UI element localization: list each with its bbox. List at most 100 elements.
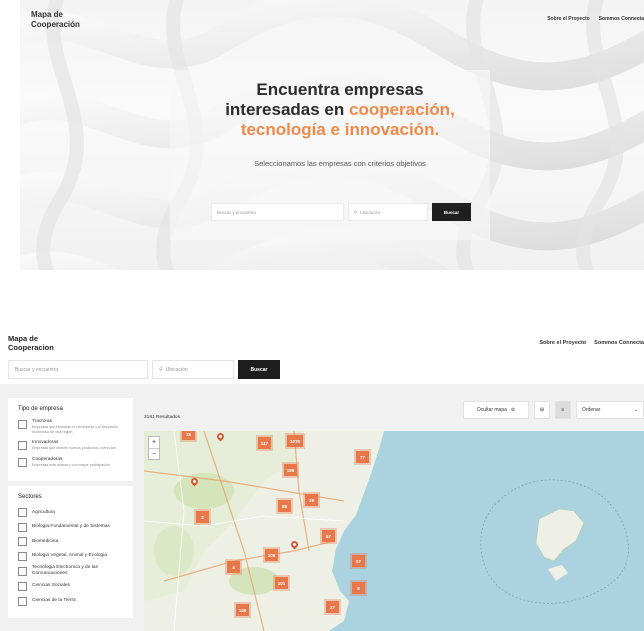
- map-base: [144, 431, 629, 631]
- sector-label: Ciencias de la Tierra: [32, 597, 76, 603]
- hero-search-bar: Buscar y encuentra ⚲ Ubicación Buscar: [211, 203, 471, 221]
- results-map[interactable]: + − 15 117 1076 77 199 88 19 2 67 109 4 97 101 8 149 27: [144, 431, 644, 631]
- checkbox[interactable]: [18, 420, 27, 429]
- checkbox[interactable]: [18, 508, 27, 518]
- filter-label: Innovadoras: [32, 440, 59, 446]
- filter-cooperadoras[interactable]: Cooperadoras Empresas más activas y con m…: [18, 457, 123, 468]
- map-cluster-marker[interactable]: 4: [227, 561, 240, 573]
- map-cluster-marker[interactable]: 67: [322, 530, 335, 542]
- hero-title-accent-1: cooperación,: [348, 100, 455, 119]
- checkbox[interactable]: [18, 551, 27, 561]
- app-location-placeholder: Ubicación: [165, 367, 188, 373]
- filter-tractoras[interactable]: Tractoras Empresas que fomentan el crecim…: [18, 419, 123, 434]
- sector-label: Biomedicina: [32, 538, 59, 544]
- location-pin-icon: ⚲: [159, 367, 163, 373]
- map-cluster-marker[interactable]: 77: [356, 451, 369, 463]
- nav-link-about[interactable]: Sobre el Proyecto: [539, 340, 586, 346]
- hide-map-label: Ocultar mapa: [476, 407, 507, 413]
- sector-agricultura[interactable]: Agricultura: [18, 507, 123, 518]
- hide-map-button[interactable]: Ocultar mapa ⊘: [463, 401, 529, 419]
- app-search-bar: Buscar y encuentra ⚲ Ubicación Buscar: [8, 360, 280, 379]
- company-type-filter: Tipo de empresa Tractoras Empresas que fo…: [8, 398, 133, 482]
- hero-search-input[interactable]: Buscar y encuentra: [211, 203, 344, 221]
- hero-logo[interactable]: Mapa de Cooperación: [31, 10, 91, 29]
- hero-title: Encuentra empresas interesadas en cooper…: [150, 80, 530, 140]
- hero-nav: Sobre el Proyecto Sommos Connecta: [547, 16, 644, 22]
- app-nav: Sobre el Proyecto Sommos Connecta: [539, 340, 644, 346]
- grid-icon: ⊞: [539, 407, 545, 413]
- hero-location-input[interactable]: ⚲ Ubicación: [348, 203, 428, 221]
- filter-label: Tractoras: [32, 419, 53, 424]
- order-label: Ordenar: [582, 407, 601, 413]
- sector-ciencias-sociales[interactable]: Ciencias Sociales: [18, 581, 123, 592]
- map-cluster-marker[interactable]: 109: [265, 549, 278, 561]
- list-view-button[interactable]: ≡: [555, 401, 571, 419]
- filter-innovadoras[interactable]: Innovadoras Empresas que ofrecen nuevos p…: [18, 440, 123, 451]
- checkbox[interactable]: [18, 596, 27, 606]
- sector-ciencias-tierra[interactable]: Ciencias de la Tierra: [18, 596, 123, 606]
- filters-sidebar: Tipo de empresa Tractoras Empresas que fo…: [8, 398, 133, 619]
- sector-biologia-vegetal[interactable]: Biologia Vegetal, Animal y Ecologia: [18, 551, 123, 561]
- sector-label: Ciencias Sociales: [32, 583, 70, 589]
- checkbox[interactable]: [18, 582, 27, 592]
- sector-biologia-fundamental[interactable]: Biologia Fundamental y de Sistemas: [18, 522, 123, 532]
- checkbox[interactable]: [18, 566, 27, 576]
- map-cluster-marker[interactable]: 88: [278, 500, 291, 512]
- map-cluster-marker[interactable]: 117: [258, 437, 271, 449]
- hero-location-placeholder: Ubicación: [360, 210, 381, 215]
- map-cluster-marker[interactable]: 19: [305, 494, 318, 506]
- checkbox[interactable]: [18, 457, 27, 467]
- nav-link-sommos-connecta[interactable]: Sommos Connecta: [594, 340, 644, 346]
- app-search-button[interactable]: Buscar: [238, 360, 280, 379]
- results-count: 3181 Resultados: [144, 415, 181, 420]
- location-pin-icon: ⚲: [354, 210, 358, 215]
- map-zoom-control: + −: [148, 436, 160, 460]
- map-cluster-marker[interactable]: 101: [275, 577, 288, 589]
- app-location-input[interactable]: ⚲ Ubicación: [152, 360, 234, 379]
- app-header: Mapa de Cooperacion Sobre el Proyecto So…: [0, 330, 644, 384]
- filter-desc: Empresas que ofrecen nuevos productos o …: [32, 446, 116, 451]
- sector-label: Biologia Vegetal, Animal y Ecologia: [32, 553, 107, 559]
- landing-hero: Mapa de Cooperación Sobre el Proyecto So…: [20, 0, 644, 270]
- sectors-filter: Sectores Agricultura Biologia Fundamenta…: [8, 486, 133, 619]
- zoom-out-button[interactable]: −: [149, 448, 159, 459]
- order-select[interactable]: Ordenar ⌄: [576, 401, 644, 419]
- chevron-down-icon: ⌄: [633, 407, 638, 413]
- hero-subtitle: Seleccionamos las empresas con criterios…: [254, 159, 426, 168]
- sector-tecnologia-electronica[interactable]: Tecnologia Electronica y de las Comunica…: [18, 565, 123, 576]
- screenshot-root: Mapa de Cooperación Sobre el Proyecto So…: [0, 0, 644, 631]
- sector-label: Biologia Fundamental y de Sistemas: [32, 524, 110, 530]
- filter-desc: Empresas que fomentan el crecimiento y e…: [32, 425, 118, 434]
- hero-title-line2-prefix: interesadas en: [225, 100, 349, 119]
- checkbox[interactable]: [18, 537, 27, 547]
- zoom-in-button[interactable]: +: [149, 437, 159, 448]
- hero-search-button[interactable]: Buscar: [432, 203, 471, 221]
- nav-link-sommos-connecta[interactable]: Sommos Connecta: [599, 16, 644, 22]
- app-logo[interactable]: Mapa de Cooperacion: [8, 334, 68, 352]
- map-cluster-marker[interactable]: 15: [182, 431, 195, 440]
- filter-label: Cooperadoras: [32, 456, 63, 462]
- map-cluster-marker[interactable]: 2: [196, 511, 209, 523]
- sector-biomedicina[interactable]: Biomedicina: [18, 536, 123, 547]
- eye-off-icon: ⊘: [510, 407, 516, 413]
- company-type-title: Tipo de empresa: [18, 406, 63, 412]
- nav-link-about[interactable]: Sobre el Proyecto: [547, 16, 590, 22]
- app-search-input[interactable]: Buscar y encuentra: [8, 360, 148, 379]
- filter-desc: Empresas más activas y con mayor partici…: [32, 462, 110, 467]
- checkbox[interactable]: [18, 441, 27, 451]
- results-page: Mapa de Cooperacion Sobre el Proyecto So…: [0, 330, 644, 631]
- map-cluster-marker[interactable]: 199: [284, 464, 297, 476]
- hero-title-line1: Encuentra empresas: [256, 80, 424, 99]
- list-icon: ≡: [561, 407, 565, 413]
- map-cluster-marker[interactable]: 27: [326, 601, 339, 613]
- map-cluster-marker[interactable]: 1076: [287, 435, 303, 447]
- checkbox[interactable]: [18, 522, 27, 532]
- grid-view-button[interactable]: ⊞: [534, 401, 550, 419]
- map-cluster-marker[interactable]: 149: [236, 604, 249, 616]
- sector-label: Tecnologia Electronica y de las Comunica…: [32, 565, 98, 576]
- map-cluster-marker[interactable]: 97: [352, 555, 365, 567]
- hero-title-line2: interesadas en cooperación,: [150, 100, 530, 120]
- map-cluster-marker[interactable]: 8: [352, 582, 365, 594]
- hero-title-line3: tecnología e innovación.: [240, 120, 440, 139]
- sectors-title: Sectores: [18, 494, 42, 501]
